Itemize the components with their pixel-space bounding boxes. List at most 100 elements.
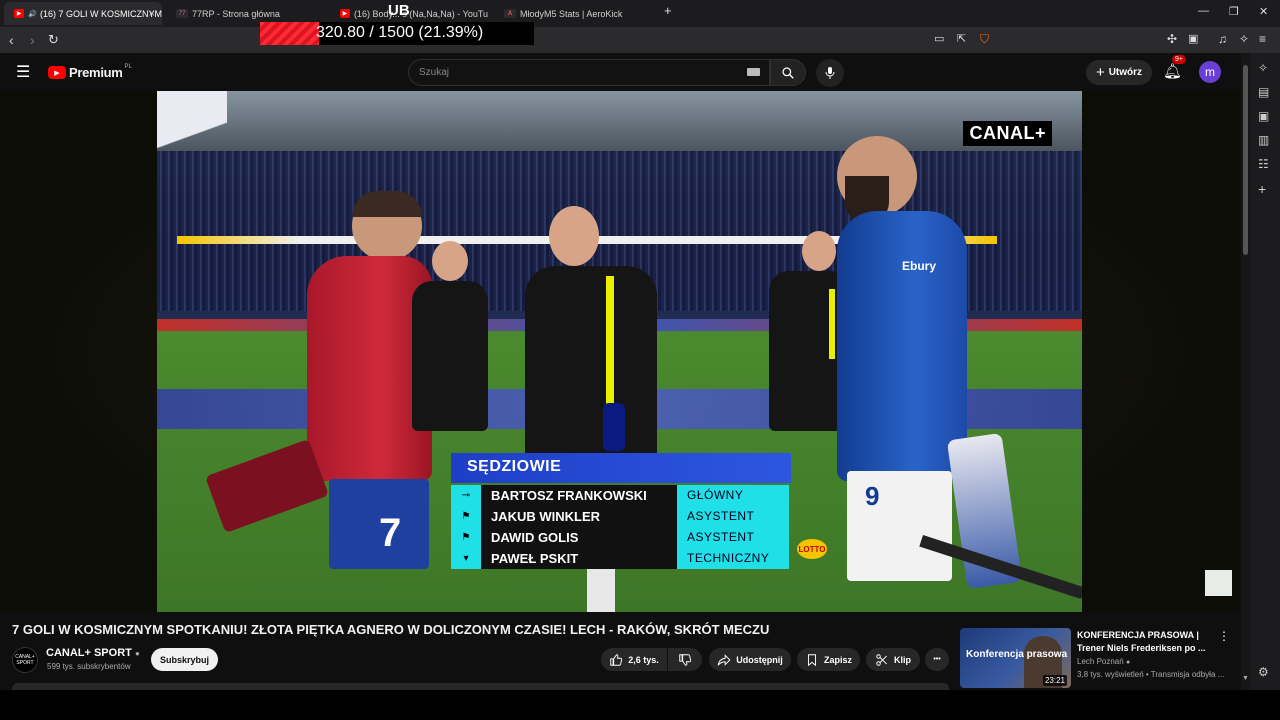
youtube-favicon-icon: ▶ [340,9,350,18]
verified-icon: ● [134,649,140,658]
reload-icon[interactable]: ↻ [48,32,59,48]
board-icon: ▾ [451,548,481,569]
referee-kit [412,281,488,431]
forward-icon[interactable]: › [30,32,35,48]
audio-icon: 🔊 [28,10,37,18]
youtube-logo[interactable]: ▶ Premium PL [48,63,132,80]
channel-name[interactable]: CANAL+ SPORT ● [46,647,140,659]
referees-graphic: SĘDZIOWIE ⊸ BARTOSZ FRANKOWSKI GŁÓWNY ⚑ … [451,453,791,569]
plus-icon: + [1095,64,1105,81]
search-input[interactable]: Szukaj [419,67,449,78]
referee-name: PAWEŁ PSKIT [481,548,677,569]
progress-fill [260,22,319,45]
video-title: 7 GOLI W KOSMICZNYM SPOTKANIU! ZŁOTA PIĘ… [12,622,770,637]
recommendation-channel-text: Lech Poznań [1077,657,1124,666]
dislike-button[interactable] [668,648,702,671]
referee-role: TECHNICZNY [677,548,789,569]
extensions-icon[interactable]: ✣ [1167,32,1177,46]
cast-icon[interactable]: ▭ [934,32,944,45]
wallet-panel-icon[interactable]: ▣ [1258,109,1269,123]
bell-icon[interactable]: 🔔︎ [1163,62,1182,80]
description-box[interactable] [12,683,949,690]
share-label: Udostępnij [736,654,783,665]
share-page-icon[interactable]: ⇱ [957,32,966,45]
tab-close-icon[interactable]: × [149,8,155,20]
referee-row: ▾ PAWEŁ PSKIT TECHNICZNY [451,548,791,569]
verified-icon: ● [1125,659,1131,666]
77rp-favicon-icon: 77 [176,9,188,18]
brave-shield-icon[interactable]: ⛉ [980,32,989,47]
referee-row: ⊸ BARTOSZ FRANKOWSKI GŁÓWNY [451,485,791,506]
wallet-icon[interactable]: ▣ [1188,32,1198,45]
clip-button[interactable]: Klip [866,648,920,671]
hamburger-menu-icon[interactable]: ☰ [16,62,30,82]
like-button[interactable]: 2,6 tys. [601,648,667,671]
save-button[interactable]: Zapisz [797,648,860,671]
like-count: 2,6 tys. [628,654,659,665]
bookmarks-panel-icon[interactable]: ▥ [1258,133,1269,147]
subscribe-button[interactable]: Subskrybuj [151,648,218,671]
restore-button[interactable]: ❐ [1229,5,1239,18]
aerokick-favicon-icon: A [504,9,516,18]
referee-name: BARTOSZ FRANKOWSKI [481,485,677,506]
referee-role: ASYSTENT [677,506,789,527]
add-panel-icon[interactable]: + [1258,181,1266,197]
share-button[interactable]: Udostępnij [709,648,791,671]
page-scrollbar[interactable]: ▼ [1241,53,1250,690]
search-icon [782,66,794,79]
shirt-sponsor: Ebury [902,259,937,273]
create-label: Utwórz [1108,67,1143,78]
referees-title: SĘDZIOWIE [451,453,791,483]
menu-icon[interactable]: ≡ [1259,32,1266,46]
tab-label: (16) 7 GOLI W KOSMICZNYM [39,8,162,19]
referee-kit [525,266,657,466]
shirt-number-right: 9 [865,481,880,511]
keyboard-icon[interactable] [747,68,760,76]
progress-text: 320.80 / 1500 (21.39%) [316,24,484,41]
canal-plus-logo: CANAL+ [963,121,1052,146]
channel-avatar[interactable]: CANAL+ SPORT [12,647,38,673]
microphone-icon [825,67,835,79]
search-button[interactable] [770,59,806,86]
video-player[interactable]: 7 Ebury 9 CANAL+ SĘDZIOWIE ⊸ BARTOSZ FRA… [0,91,1240,612]
voice-search-button[interactable] [816,59,844,87]
logo-country: PL [124,63,132,70]
recommendation-channel[interactable]: Lech Poznań ● [1077,657,1130,666]
browser-side-panel: ✧ ▤ ▣ ▥ ☷ + ⚙ [1250,53,1280,690]
progress-overlay: 320.80 / 1500 (21.39%) [260,22,534,45]
new-tab-button[interactable]: + [664,3,672,18]
lotto-logo: LOTTO [797,539,827,559]
create-button[interactable]: + Utwórz [1086,60,1152,85]
recommendation-menu-icon[interactable]: ⋮ [1218,629,1230,643]
back-icon[interactable]: ‹ [9,32,14,48]
reading-list-icon[interactable]: ▤ [1258,85,1269,99]
scrollbar-thumb[interactable] [1243,65,1248,255]
avatar[interactable]: m [1199,61,1221,83]
referee-role: ASYSTENT [677,527,789,548]
tab-label: (16) Body... s (Na,Na,Na) - YouTu [353,8,488,19]
scroll-down-arrow-icon[interactable]: ▼ [1242,675,1249,682]
news-panel-icon[interactable]: ☷ [1258,157,1269,171]
search-box[interactable]: Szukaj [408,59,770,86]
tab-active[interactable]: ▶ 🔊 (16) 7 GOLI W KOSMICZNYM × [4,2,162,25]
flag-icon: ⚑ [451,527,481,548]
video-duration: 23:21 [1042,675,1067,686]
settings-gear-icon[interactable]: ⚙ [1258,665,1269,679]
leo-ai-icon[interactable]: ✧ [1258,61,1268,75]
video-frame[interactable]: 7 Ebury 9 CANAL+ SĘDZIOWIE ⊸ BARTOSZ FRA… [157,91,1082,612]
recommendation-thumbnail[interactable]: Konferencja prasowa 23:21 [960,628,1071,688]
recommendation-meta: 3,8 tys. wyświetleń • Transmisja odbyła … [1077,670,1225,679]
referee-row: ⚑ DAWID GOLIS ASYSTENT [451,527,791,548]
referee-name: JAKUB WINKLER [481,506,677,527]
referee-head [432,241,468,281]
leo-icon[interactable]: ✧ [1239,32,1249,46]
referee-stripe [829,289,835,359]
more-actions-button[interactable]: ••• [925,648,949,671]
minimize-button[interactable]: — [1198,5,1209,17]
music-icon[interactable]: ♫ [1218,32,1227,46]
share-icon [717,653,731,666]
flag-icon: ⚑ [451,506,481,527]
white-shorts [847,471,952,581]
recommendation-title[interactable]: KONFERENCJA PRASOWA | Trener Niels Frede… [1077,629,1209,655]
close-window-button[interactable]: ✕ [1259,5,1268,18]
